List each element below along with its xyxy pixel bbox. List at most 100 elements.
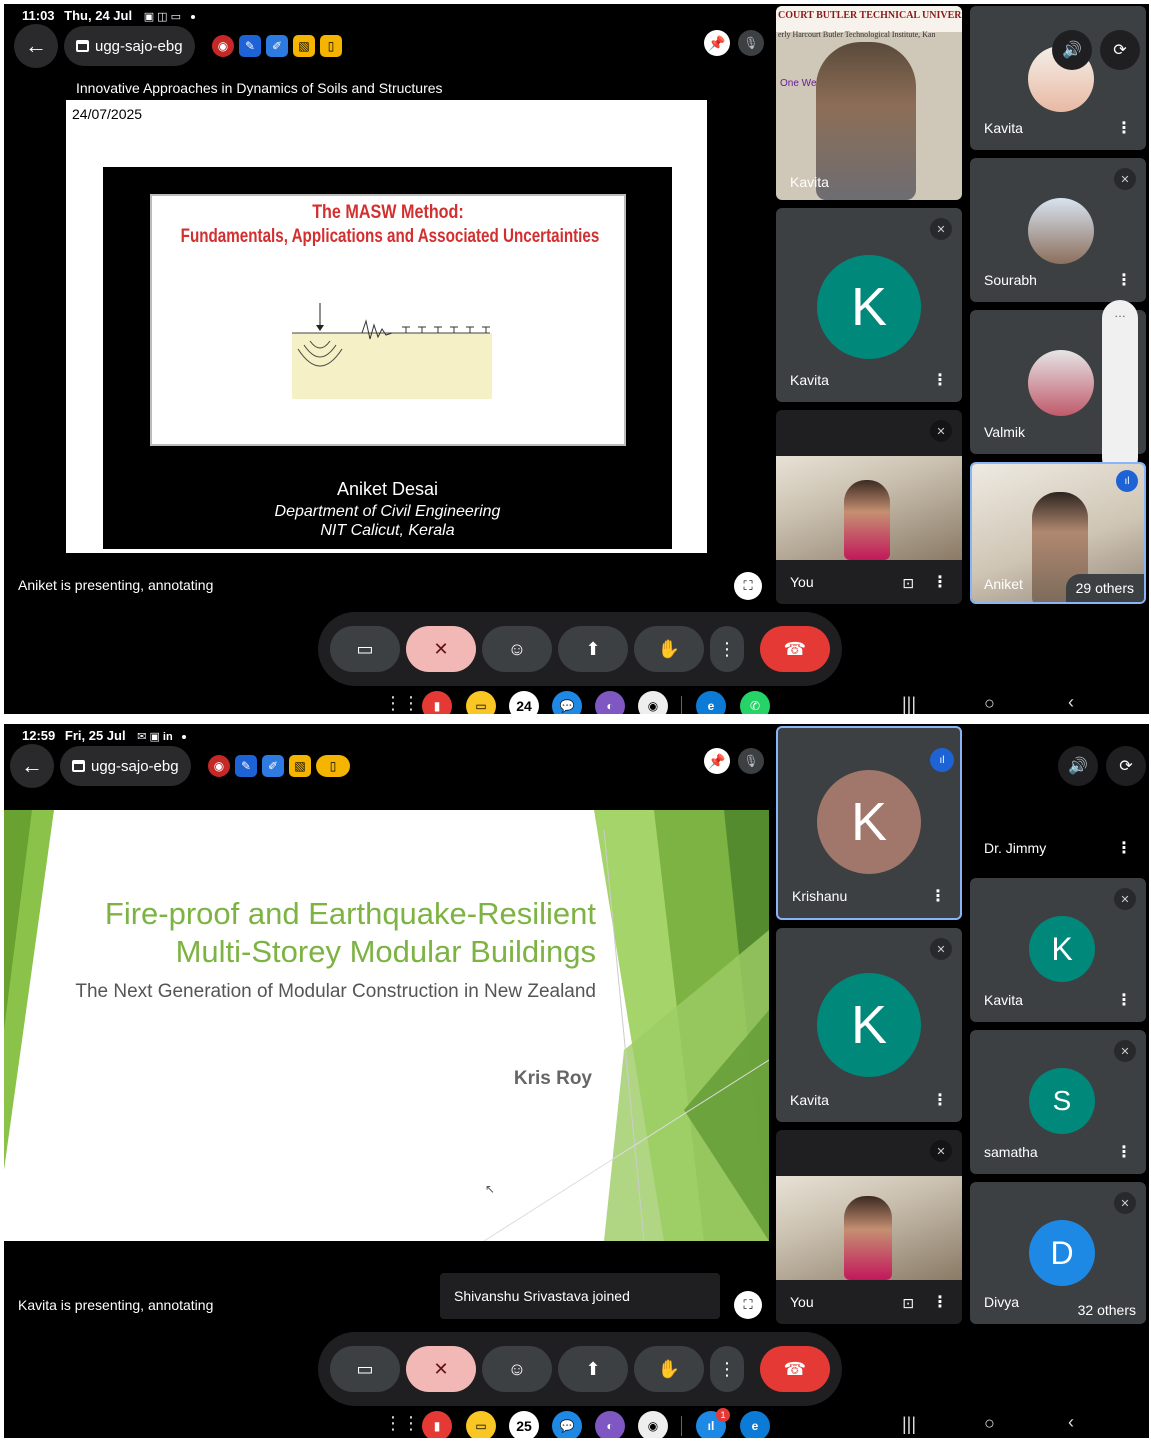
meeting-badges: ◉ ✎ ✐ ▧ ▯	[212, 35, 342, 57]
more-options-icon[interactable]: ⋮	[1116, 118, 1132, 138]
no-camera-icon[interactable]: ▧	[293, 35, 315, 57]
host-controls-icon[interactable]: ▯	[320, 35, 342, 57]
fullscreen-icon[interactable]: ⛶	[734, 1291, 762, 1319]
notification-dot	[190, 14, 195, 19]
tile-sourabh[interactable]: ✕ Sourabh ⋮	[970, 158, 1146, 302]
tile-kavita-video[interactable]: COURT BUTLER TECHNICAL UNIVERS erly Harc…	[776, 6, 962, 200]
others-count[interactable]: 32 others	[1067, 1296, 1146, 1324]
app-icon-files[interactable]: ▭	[466, 691, 496, 714]
tile-aniket[interactable]: ıl Aniket 29 others	[970, 462, 1146, 604]
camera-button[interactable]: ▭	[330, 1346, 400, 1392]
mic-off-icon: ✕	[930, 1140, 952, 1162]
calendar-icon	[76, 40, 89, 52]
hang-up-icon: ☎	[783, 1358, 807, 1379]
app-icon-purple[interactable]: ◐	[595, 691, 625, 714]
raise-hand-button[interactable]: ✋	[634, 1346, 704, 1392]
video-camera-icon: ▭	[356, 638, 374, 659]
recording-icon[interactable]: ◉	[208, 755, 230, 777]
end-call-button[interactable]: ☎	[760, 1346, 830, 1392]
back-nav-icon[interactable]: ‹	[1068, 692, 1074, 713]
notes-icon[interactable]: ✐	[266, 35, 288, 57]
present-button[interactable]: ⬆	[558, 1346, 628, 1392]
more-options-icon[interactable]: ⋮	[932, 370, 948, 390]
tile-kavita[interactable]: ✕ K Kavita ⋮	[776, 928, 962, 1122]
more-options-button[interactable]: ⋮	[710, 626, 744, 672]
tile-kavita[interactable]: ✕ K Kavita ⋮	[776, 208, 962, 402]
self-view-icon[interactable]: ⊡	[902, 575, 914, 592]
pin-icon[interactable]: 📌	[704, 748, 730, 774]
avatar-kavita: K	[817, 255, 921, 359]
mic-button[interactable]: ✕	[406, 626, 476, 672]
mic-off-icon[interactable]: 🎙	[738, 30, 764, 56]
mic-off-icon: ✕	[930, 420, 952, 442]
tile-name: Kavita	[790, 174, 829, 190]
fullscreen-icon[interactable]: ⛶	[734, 572, 762, 600]
more-options-icon[interactable]: ⋮	[1116, 270, 1132, 290]
hand-icon: ✋	[657, 1358, 681, 1379]
recents-icon[interactable]: |||	[902, 1414, 916, 1435]
self-view-icon[interactable]: ⊡	[902, 1295, 914, 1312]
app-icon-purple[interactable]: ◐	[595, 1411, 625, 1438]
mic-off-icon[interactable]: 🎙	[738, 748, 764, 774]
pin-icon[interactable]: 📌	[704, 30, 730, 56]
camera-app-icon[interactable]: ◉	[638, 1411, 668, 1438]
recording-icon[interactable]: ◉	[212, 35, 234, 57]
more-options-icon[interactable]: ⋮	[1116, 1142, 1132, 1162]
back-button[interactable]: ←	[10, 744, 54, 788]
raise-hand-button[interactable]: ✋	[634, 626, 704, 672]
edge-app-icon[interactable]: e	[696, 691, 726, 714]
edge-panel-handle[interactable]: …	[1102, 300, 1138, 476]
camera-button[interactable]: ▭	[330, 626, 400, 672]
more-options-icon[interactable]: ⋮	[932, 1292, 948, 1312]
tile-krishanu[interactable]: ıl K Krishanu ⋮	[776, 726, 962, 920]
tile-divya[interactable]: ✕ D Divya 32 others	[970, 1182, 1146, 1324]
app-icon-files[interactable]: ▭	[466, 1411, 496, 1438]
more-options-icon[interactable]: ⋮	[930, 886, 946, 906]
more-options-icon[interactable]: ⋮	[1116, 990, 1132, 1010]
back-nav-icon[interactable]: ‹	[1068, 1412, 1074, 1433]
end-call-button[interactable]: ☎	[760, 626, 830, 672]
recents-icon[interactable]: |||	[902, 694, 916, 714]
tile-right-kavita[interactable]: ✕ K Kavita ⋮	[970, 878, 1146, 1022]
app-icon-red[interactable]: ▮	[422, 691, 452, 714]
present-button[interactable]: ⬆	[558, 626, 628, 672]
calendar-app-icon[interactable]: 25	[509, 1411, 539, 1438]
host-controls-icon[interactable]: ▯	[316, 755, 350, 777]
whatsapp-app-icon[interactable]: ✆	[740, 691, 770, 714]
transcript-icon[interactable]: ✎	[235, 755, 257, 777]
reactions-button[interactable]: ☺	[482, 1346, 552, 1392]
switch-camera-icon[interactable]: ⟳	[1106, 746, 1146, 786]
home-icon[interactable]: ○	[984, 693, 995, 714]
more-options-button[interactable]: ⋮	[710, 1346, 744, 1392]
speaker-icon[interactable]: 🔊	[1052, 30, 1092, 70]
mic-button[interactable]: ✕	[406, 1346, 476, 1392]
camera-app-icon[interactable]: ◉	[638, 691, 668, 714]
others-count[interactable]: 29 others	[1065, 574, 1144, 602]
more-options-icon[interactable]: ⋮	[932, 1090, 948, 1110]
messages-app-icon[interactable]: 💬	[552, 691, 582, 714]
transcript-icon[interactable]: ✎	[239, 35, 261, 57]
screen-2: 12:59 Fri, 25 Jul ✉ ▣ in 🔇 ≋ 67 ← ugg-sa…	[4, 724, 1149, 1438]
tile-samatha[interactable]: ✕ S samatha ⋮	[970, 1030, 1146, 1174]
more-options-icon[interactable]: ⋮	[932, 572, 948, 592]
home-icon[interactable]: ○	[984, 1413, 995, 1434]
app-icon-red[interactable]: ▮	[422, 1411, 452, 1438]
presenting-label: Aniket is presenting, annotating	[18, 577, 214, 593]
meeting-info-chip[interactable]: ugg-sajo-ebg	[64, 26, 195, 66]
tile-you[interactable]: ✕ You ⊡ ⋮	[776, 410, 962, 604]
speaker-icon[interactable]: 🔊	[1058, 746, 1098, 786]
more-options-icon[interactable]: ⋮	[1116, 838, 1132, 858]
more-vert-icon: ⋮	[718, 638, 736, 659]
back-button[interactable]: ←	[14, 24, 58, 68]
meeting-info-chip[interactable]: ugg-sajo-ebg	[60, 746, 191, 786]
calendar-app-icon[interactable]: 24	[509, 691, 539, 714]
tile-right-kavita[interactable]: Kavita ⋮	[970, 6, 1146, 150]
no-camera-icon[interactable]: ▧	[289, 755, 311, 777]
notes-icon[interactable]: ✐	[262, 755, 284, 777]
messages-app-icon[interactable]: 💬	[552, 1411, 582, 1438]
edge-app-icon[interactable]: e	[740, 1411, 770, 1438]
switch-camera-icon[interactable]: ⟳	[1100, 30, 1140, 70]
avatar-photo	[1028, 350, 1094, 416]
reactions-button[interactable]: ☺	[482, 626, 552, 672]
tile-you[interactable]: ✕ You ⊡ ⋮	[776, 1130, 962, 1324]
